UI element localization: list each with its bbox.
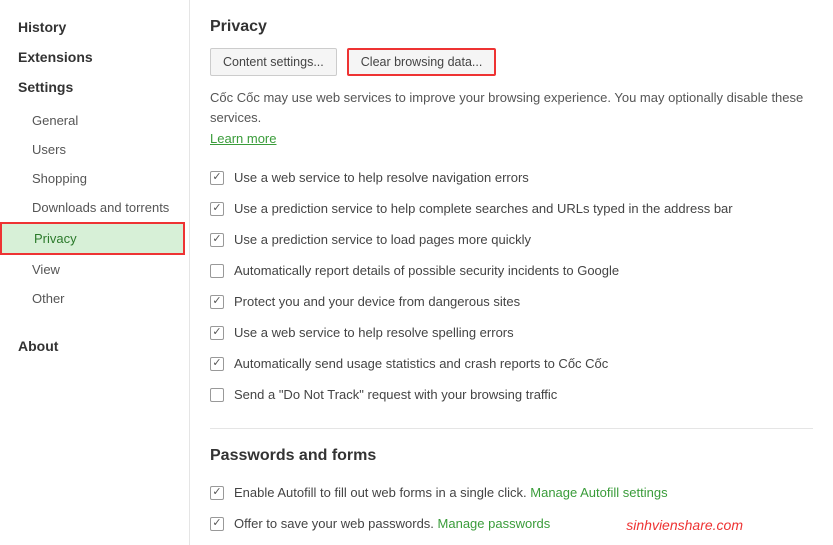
privacy-button-row: Content settings... Clear browsing data.…: [210, 48, 813, 76]
manage-passwords-link[interactable]: Manage passwords: [438, 516, 551, 531]
sidebar-item-view[interactable]: View: [18, 255, 189, 284]
sidebar: History Extensions Settings General User…: [0, 0, 190, 545]
checkbox-icon[interactable]: [210, 295, 224, 309]
option-label: Automatically send usage statistics and …: [234, 356, 608, 371]
checkbox-icon[interactable]: [210, 388, 224, 402]
sidebar-item-other[interactable]: Other: [18, 284, 189, 313]
sidebar-item-about[interactable]: About: [18, 331, 189, 361]
sidebar-item-settings[interactable]: Settings: [18, 72, 189, 102]
option-autofill: Enable Autofill to fill out web forms in…: [210, 477, 813, 508]
option-label: Use a prediction service to help complet…: [234, 201, 733, 216]
manage-autofill-link[interactable]: Manage Autofill settings: [530, 485, 667, 500]
content-settings-button[interactable]: Content settings...: [210, 48, 337, 76]
option-security-incidents: Automatically report details of possible…: [210, 255, 813, 286]
option-navigation-errors: Use a web service to help resolve naviga…: [210, 162, 813, 193]
option-label: Use a prediction service to load pages m…: [234, 232, 531, 247]
option-label: Send a "Do Not Track" request with your …: [234, 387, 557, 402]
clear-browsing-data-button[interactable]: Clear browsing data...: [347, 48, 497, 76]
privacy-description: Cốc Cốc may use web services to improve …: [210, 88, 813, 127]
sidebar-item-downloads[interactable]: Downloads and torrents: [18, 193, 189, 222]
option-label: Automatically report details of possible…: [234, 263, 619, 278]
passwords-section-title: Passwords and forms: [210, 447, 813, 465]
learn-more-link[interactable]: Learn more: [210, 131, 276, 146]
sidebar-item-extensions[interactable]: Extensions: [18, 42, 189, 72]
option-label-wrap: Enable Autofill to fill out web forms in…: [234, 485, 668, 500]
sidebar-item-users[interactable]: Users: [18, 135, 189, 164]
sidebar-item-shopping[interactable]: Shopping: [18, 164, 189, 193]
checkbox-icon[interactable]: [210, 326, 224, 340]
checkbox-icon[interactable]: [210, 171, 224, 185]
privacy-section-title: Privacy: [210, 18, 813, 36]
option-label-wrap: Offer to save your web passwords. Manage…: [234, 516, 550, 531]
option-label: Offer to save your web passwords.: [234, 516, 438, 531]
option-do-not-track: Send a "Do Not Track" request with your …: [210, 379, 813, 410]
watermark-text: sinhvienshare.com: [626, 517, 743, 533]
option-label: Use a web service to help resolve spelli…: [234, 325, 514, 340]
option-label: Use a web service to help resolve naviga…: [234, 170, 529, 185]
section-divider: [210, 428, 813, 429]
sidebar-item-history[interactable]: History: [18, 12, 189, 42]
option-usage-stats: Automatically send usage statistics and …: [210, 348, 813, 379]
option-label: Protect you and your device from dangero…: [234, 294, 520, 309]
sidebar-item-general[interactable]: General: [18, 106, 189, 135]
privacy-options-list: Use a web service to help resolve naviga…: [210, 162, 813, 410]
checkbox-icon[interactable]: [210, 517, 224, 531]
option-dangerous-sites: Protect you and your device from dangero…: [210, 286, 813, 317]
option-spelling-errors: Use a web service to help resolve spelli…: [210, 317, 813, 348]
main-content: Privacy Content settings... Clear browsi…: [190, 0, 833, 545]
checkbox-icon[interactable]: [210, 264, 224, 278]
checkbox-icon[interactable]: [210, 357, 224, 371]
sidebar-settings-sublist: General Users Shopping Downloads and tor…: [18, 106, 189, 313]
option-label: Enable Autofill to fill out web forms in…: [234, 485, 530, 500]
option-prediction-search: Use a prediction service to help complet…: [210, 193, 813, 224]
checkbox-icon[interactable]: [210, 202, 224, 216]
sidebar-item-privacy[interactable]: Privacy: [0, 222, 185, 255]
option-prediction-pages: Use a prediction service to load pages m…: [210, 224, 813, 255]
checkbox-icon[interactable]: [210, 486, 224, 500]
checkbox-icon[interactable]: [210, 233, 224, 247]
